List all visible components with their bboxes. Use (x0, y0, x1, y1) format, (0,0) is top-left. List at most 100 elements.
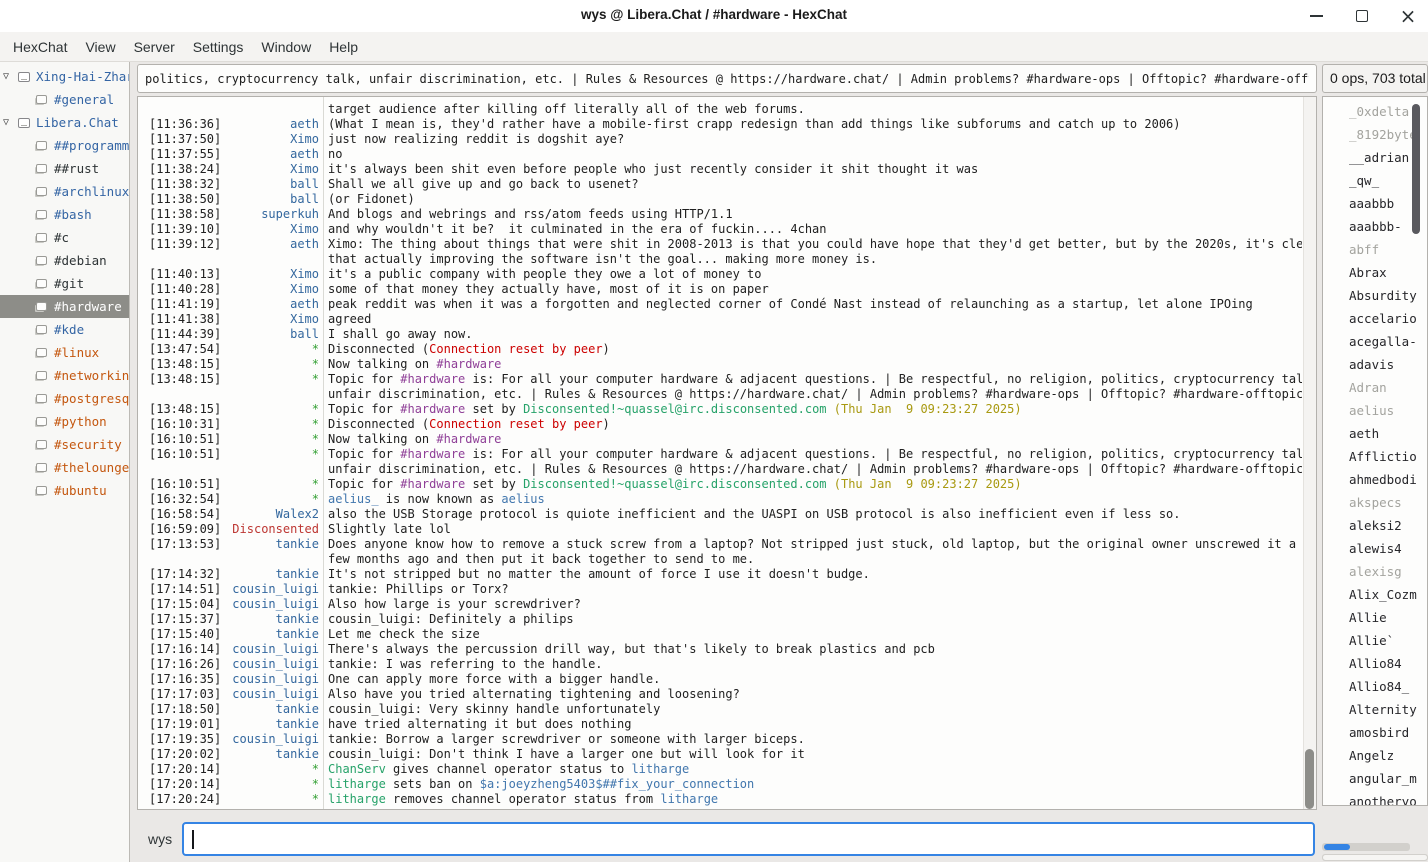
userlist-item[interactable]: Allio84_ (1323, 675, 1427, 698)
userlist-item[interactable]: Absurdity (1323, 284, 1427, 307)
userlist-item[interactable]: Afflictio (1323, 445, 1427, 468)
close-button[interactable]: × (1400, 8, 1416, 24)
sidebar-item-programmi[interactable]: ##programmi (0, 134, 129, 157)
tree-label: #hardware (54, 299, 122, 314)
chat-line: few months ago and then put it back toge… (149, 552, 1302, 567)
timestamp: [17:20:02] (149, 747, 221, 762)
menu-item-view[interactable]: View (76, 35, 124, 59)
userlist-item[interactable]: anotheryo (1323, 790, 1427, 806)
message-segment: aelius_ (328, 492, 379, 506)
timestamp: [17:18:50] (149, 702, 221, 717)
userlist-item[interactable]: Alix_Cozm (1323, 583, 1427, 606)
expander-icon[interactable]: ▽ (3, 117, 18, 128)
chat-line-meta: [13:48:15]* (149, 372, 319, 387)
sidebar-item-debian[interactable]: #debian (0, 249, 129, 272)
timestamp: [11:40:28] (149, 282, 221, 297)
sidebar-item-python[interactable]: #python (0, 410, 129, 433)
message-segment: cousin_luigi: Very skinny handle unfortu… (328, 702, 660, 716)
message-text: Disconnected (Connection reset by peer) (328, 342, 610, 357)
sidebar-item-bash[interactable]: #bash (0, 203, 129, 226)
chat-line: unfair discrimination, etc. | Rules & Re… (149, 387, 1302, 402)
chat-line: [16:10:51]*Topic for #hardware is: For a… (149, 447, 1302, 462)
userlist-item[interactable]: adavis (1323, 353, 1427, 376)
userlist-item[interactable]: Angelz (1323, 744, 1427, 767)
message-text: tankie: Phillips or Torx? (328, 582, 509, 597)
menu-item-hexchat[interactable]: HexChat (4, 35, 76, 59)
nick: * (312, 792, 319, 807)
userlist-item[interactable]: accelario (1323, 307, 1427, 330)
topic-input[interactable] (137, 64, 1317, 93)
userlist-item[interactable]: aleksi2 (1323, 514, 1427, 537)
sidebar-item-networking[interactable]: #networking (0, 364, 129, 387)
tree-label: #linux (54, 345, 99, 360)
message-segment: Slightly late lol (328, 522, 451, 536)
userlist-item[interactable]: alexisg (1323, 560, 1427, 583)
chat-line-meta: [17:16:35]cousin_luigi (149, 672, 319, 687)
chat-line-meta: [17:15:04]cousin_luigi (149, 597, 319, 612)
menu-item-window[interactable]: Window (252, 35, 320, 59)
maximize-button[interactable] (1354, 8, 1370, 24)
sidebar-item-security[interactable]: #security (0, 433, 129, 456)
text-caret (192, 830, 194, 849)
userlist-item[interactable]: angular_m (1323, 767, 1427, 790)
userlist-item[interactable]: aeth (1323, 422, 1427, 445)
userlist-item[interactable]: abff (1323, 238, 1427, 261)
userlist-item[interactable]: alewis4 (1323, 537, 1427, 560)
chat-line: [11:38:24]Ximoit's always been shit even… (149, 162, 1302, 177)
menu-item-settings[interactable]: Settings (184, 35, 253, 59)
userlist-item[interactable]: amosbird (1323, 721, 1427, 744)
sidebar-item-rust[interactable]: ##rust (0, 157, 129, 180)
sidebar-item-thelounge[interactable]: #thelounge (0, 456, 129, 479)
titlebar: wys @ Libera.Chat / #hardware - HexChat … (0, 0, 1428, 32)
sidebar-item-kde[interactable]: #kde (0, 318, 129, 341)
tree-label: #postgresql (54, 391, 129, 406)
sidebar-item-c[interactable]: #c (0, 226, 129, 249)
userlist-item[interactable]: Alternity (1323, 698, 1427, 721)
chat-line-meta: [17:14:32]tankie (149, 567, 319, 582)
sidebar-item-general[interactable]: #general (0, 88, 129, 111)
message-input[interactable] (182, 822, 1315, 856)
chat-line: [11:40:13]Ximoit's a public company with… (149, 267, 1302, 282)
userlist-item[interactable]: acegalla- (1323, 330, 1427, 353)
menu-item-server[interactable]: Server (125, 35, 184, 59)
sidebar-item-archlinux[interactable]: #archlinux (0, 180, 129, 203)
message-segment: litharge (328, 792, 386, 806)
message-segment: Shall we all give up and go back to usen… (328, 177, 639, 191)
timestamp: [11:37:55] (149, 147, 221, 162)
timestamp: [11:36:36] (149, 117, 221, 132)
userlist-item[interactable]: Abrax (1323, 261, 1427, 284)
own-nick-label[interactable]: wys (148, 831, 172, 847)
nick: * (312, 447, 319, 462)
channel-icon (36, 256, 47, 265)
message-text: Slightly late lol (328, 522, 451, 537)
minimize-button[interactable] (1308, 8, 1324, 24)
message-segment: that actually improving the software isn… (328, 252, 877, 266)
userlist-item[interactable]: ahmedbodi (1323, 468, 1427, 491)
message-text: Let me check the size (328, 627, 480, 642)
userlist-item[interactable]: Allie` (1323, 629, 1427, 652)
chat-line: [17:14:32]tankieIt's not stripped but no… (149, 567, 1302, 582)
nick: tankie (276, 567, 319, 582)
chat-scrollbar-track[interactable] (1303, 97, 1316, 809)
tree-network-libera-chat[interactable]: ▽Libera.Chat (0, 111, 129, 134)
channel-icon (36, 371, 47, 380)
nick: Ximo (290, 132, 319, 147)
userlist-item[interactable]: Adran (1323, 376, 1427, 399)
message-segment: #hardware (400, 372, 465, 386)
userlist-item[interactable]: Allie (1323, 606, 1427, 629)
message-segment: sets ban on (386, 777, 480, 791)
chat-scrollbar-thumb[interactable] (1305, 749, 1314, 809)
nick: tankie (276, 702, 319, 717)
sidebar-item-git[interactable]: #git (0, 272, 129, 295)
userlist-scrollbar-thumb[interactable] (1412, 104, 1420, 234)
userlist-item[interactable]: Allio84 (1323, 652, 1427, 675)
userlist-item[interactable]: akspecs (1323, 491, 1427, 514)
menu-item-help[interactable]: Help (320, 35, 367, 59)
sidebar-item-ubuntu[interactable]: #ubuntu (0, 479, 129, 502)
tree-network-xing-hai-zhar[interactable]: ▽Xing-Hai-Zhar (0, 65, 129, 88)
expander-icon[interactable]: ▽ (3, 71, 18, 82)
sidebar-item-postgresql[interactable]: #postgresql (0, 387, 129, 410)
sidebar-item-linux[interactable]: #linux (0, 341, 129, 364)
sidebar-item-hardware[interactable]: #hardware (0, 295, 129, 318)
userlist-item[interactable]: aelius (1323, 399, 1427, 422)
